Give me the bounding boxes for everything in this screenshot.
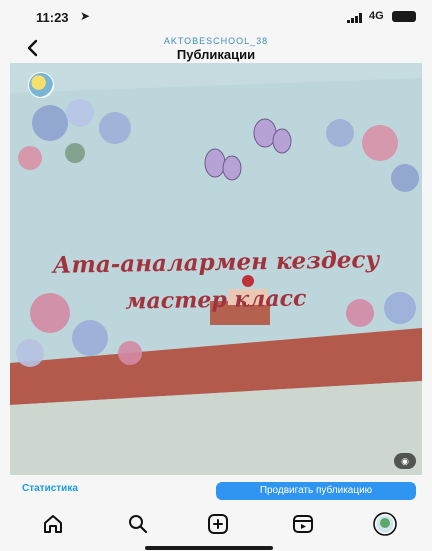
bottom-nav xyxy=(0,505,432,541)
media-indicator-icon[interactable]: ◉ xyxy=(394,453,416,469)
location-arrow-icon: ➤ xyxy=(80,9,91,23)
status-bar: 11:23 ➤ 4G xyxy=(0,0,432,36)
profile-avatar-icon xyxy=(373,512,397,536)
nav-home[interactable] xyxy=(40,511,66,537)
reels-icon xyxy=(293,515,313,533)
post-author-row xyxy=(10,63,422,99)
create-post-icon xyxy=(208,514,228,534)
home-indicator xyxy=(145,546,273,550)
header: AKTOBESCHOOL_38 Публикации xyxy=(0,36,432,64)
status-time: 11:23 xyxy=(36,10,69,25)
statistics-link[interactable]: Статистика xyxy=(22,483,78,494)
network-type: 4G xyxy=(369,10,384,22)
nav-create[interactable] xyxy=(205,511,231,537)
nav-reels[interactable] xyxy=(290,511,316,537)
nav-profile[interactable] xyxy=(372,511,398,537)
signal-icon xyxy=(347,13,363,23)
author-avatar[interactable] xyxy=(28,72,54,98)
nav-search[interactable] xyxy=(125,511,151,537)
post-photo[interactable]: Ата-аналармен кездесу мастер класс ◉ xyxy=(10,63,422,475)
battery-icon xyxy=(392,11,416,22)
screen: 11:23 ➤ 4G AKTOBESCHOOL_38 Публикации Ат… xyxy=(0,0,432,551)
home-icon xyxy=(44,515,62,533)
promote-post-button[interactable]: Продвигать публикацию xyxy=(216,482,416,500)
page-title: Публикации xyxy=(176,47,256,62)
search-icon xyxy=(129,515,148,534)
account-name: AKTOBESCHOOL_38 xyxy=(163,36,269,46)
